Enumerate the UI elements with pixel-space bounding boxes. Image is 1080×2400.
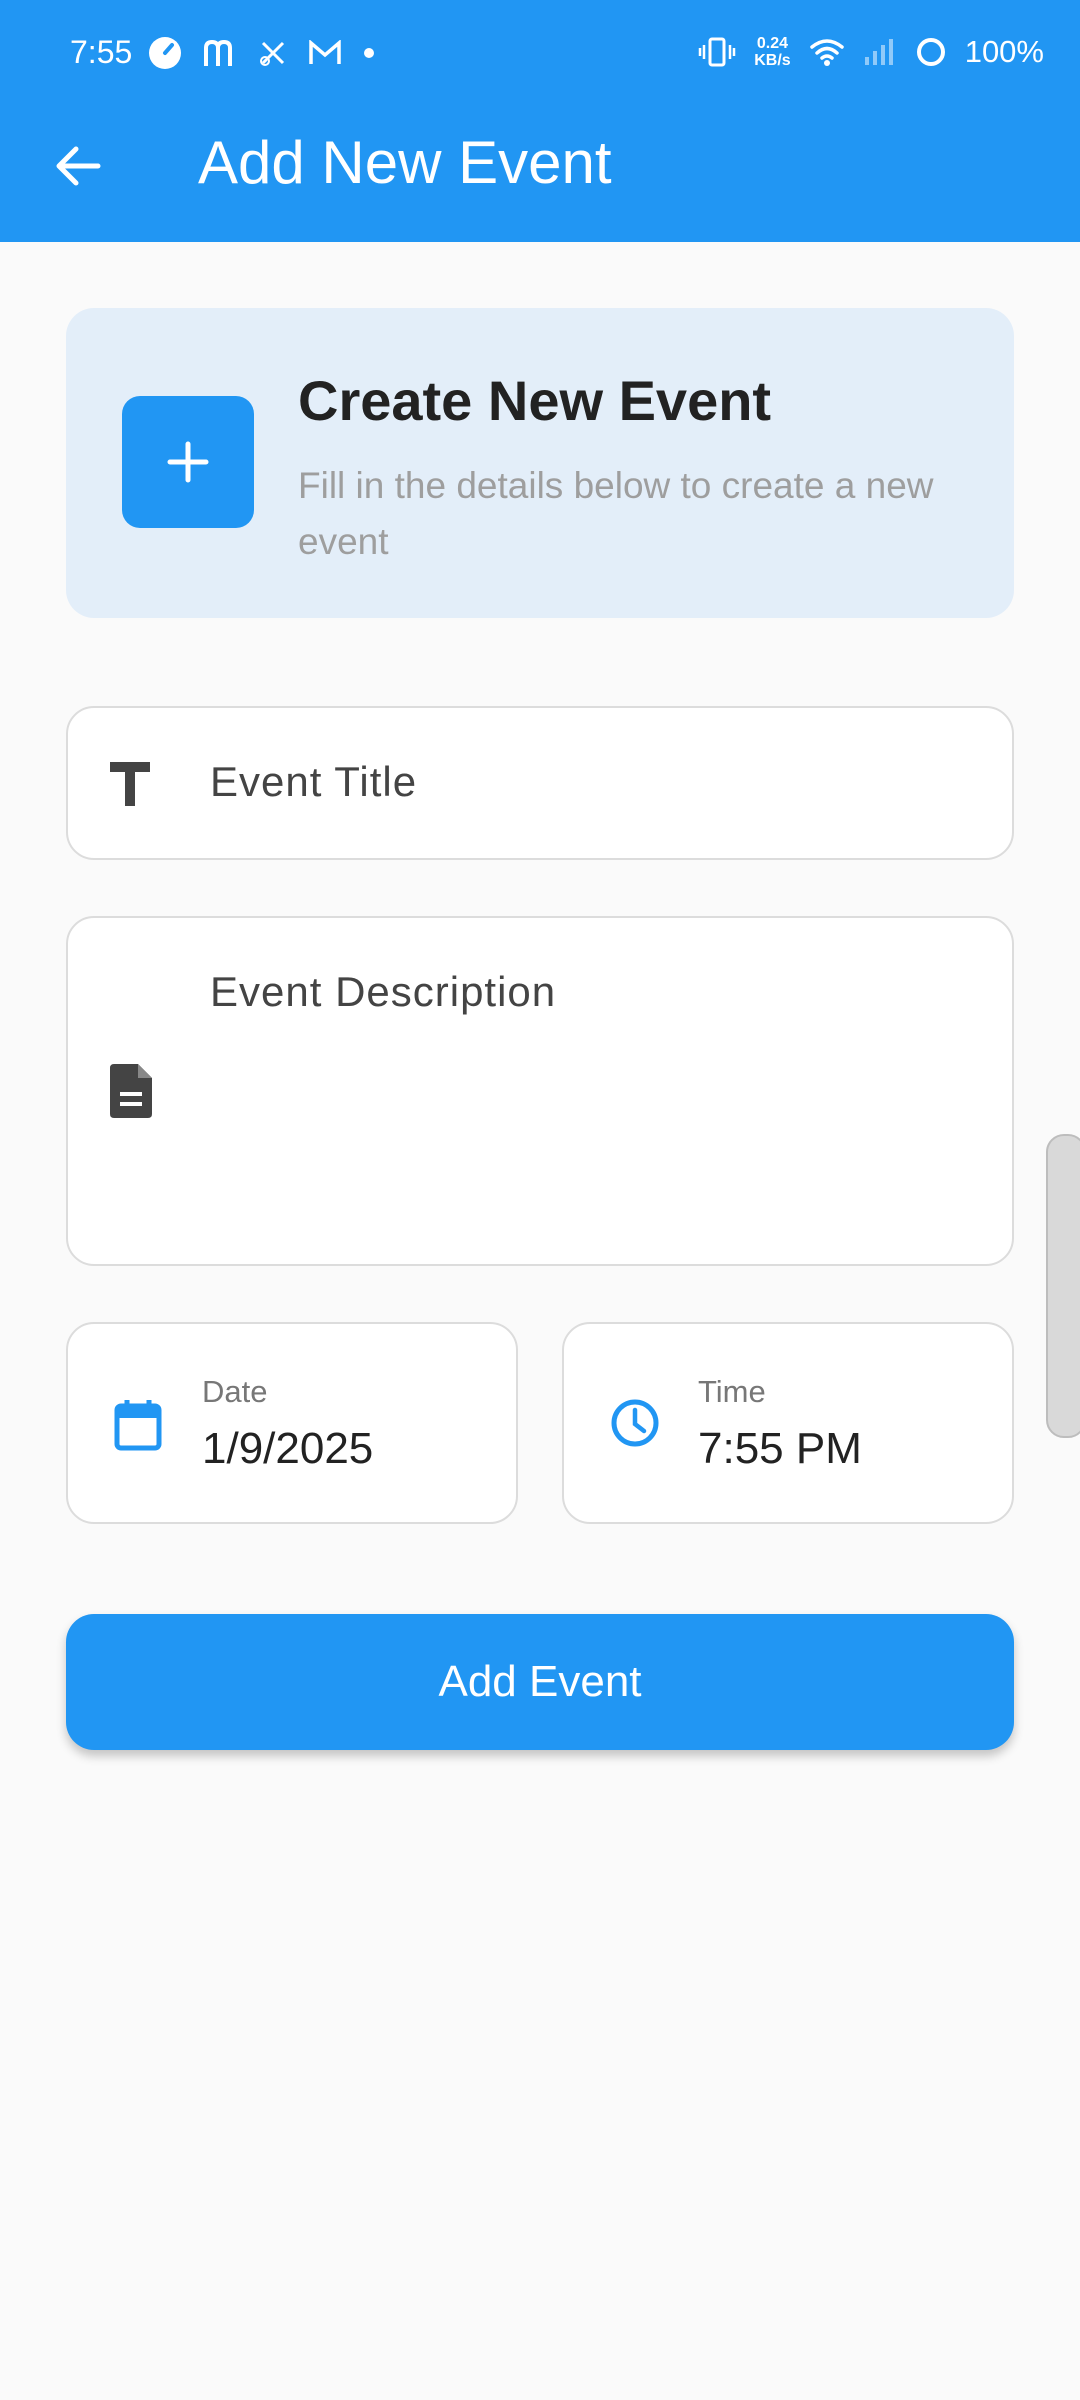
- create-event-info-card: Create New Event Fill in the details bel…: [66, 308, 1014, 618]
- info-card-subtitle: Fill in the details below to create a ne…: [298, 465, 934, 562]
- system-icons: 0.24 KB/s 100%: [698, 34, 1044, 70]
- tools-icon: [260, 41, 285, 66]
- speedometer-icon: [149, 37, 181, 69]
- date-label: Date: [202, 1374, 268, 1409]
- m-app-icon: [204, 39, 232, 66]
- date-field[interactable]: Date 1/9/2025: [66, 1322, 518, 1524]
- status-bar: 7:55 0.24 KB/s 100%: [0, 0, 1080, 112]
- arrow-back-icon[interactable]: [48, 136, 108, 196]
- plus-badge: [122, 396, 254, 528]
- network-speed: 0.24 KB/s: [754, 35, 790, 69]
- event-title-field[interactable]: Event Title: [66, 706, 1014, 860]
- add-event-button[interactable]: Add Event: [66, 1614, 1014, 1750]
- status-time: 7:55: [70, 34, 133, 70]
- network-speed-unit: KB/s: [754, 52, 791, 69]
- time-field[interactable]: Time 7:55 PM: [562, 1322, 1014, 1524]
- clock-icon: [611, 1399, 659, 1447]
- scroll-handle[interactable]: [1046, 1134, 1080, 1438]
- vibrate-icon: [699, 37, 736, 67]
- page-title: Add New Event: [198, 129, 612, 196]
- battery-percentage: 100%: [964, 34, 1044, 69]
- event-title-placeholder: Event Title: [210, 758, 418, 805]
- signal-icon: [864, 39, 893, 65]
- mail-icon: [309, 40, 341, 64]
- plus-icon: [167, 441, 209, 483]
- date-value: 1/9/2025: [202, 1424, 374, 1473]
- text-t-icon: [110, 762, 150, 806]
- event-description-placeholder: Event Description: [210, 968, 557, 1015]
- document-icon: [110, 1064, 152, 1118]
- dot-icon: [364, 48, 374, 58]
- battery-icon: [916, 38, 945, 66]
- app-bar: 7:55 0.24 KB/s 100% Add New Event: [0, 0, 1080, 242]
- calendar-icon: [114, 1400, 162, 1451]
- time-label: Time: [698, 1374, 766, 1409]
- wifi-icon: [809, 39, 844, 66]
- info-card-title: Create New Event: [298, 369, 772, 432]
- network-speed-value: 0.24: [756, 35, 789, 52]
- event-description-field[interactable]: Event Description: [66, 916, 1014, 1266]
- time-value: 7:55 PM: [698, 1424, 862, 1473]
- notification-icons: [148, 36, 376, 70]
